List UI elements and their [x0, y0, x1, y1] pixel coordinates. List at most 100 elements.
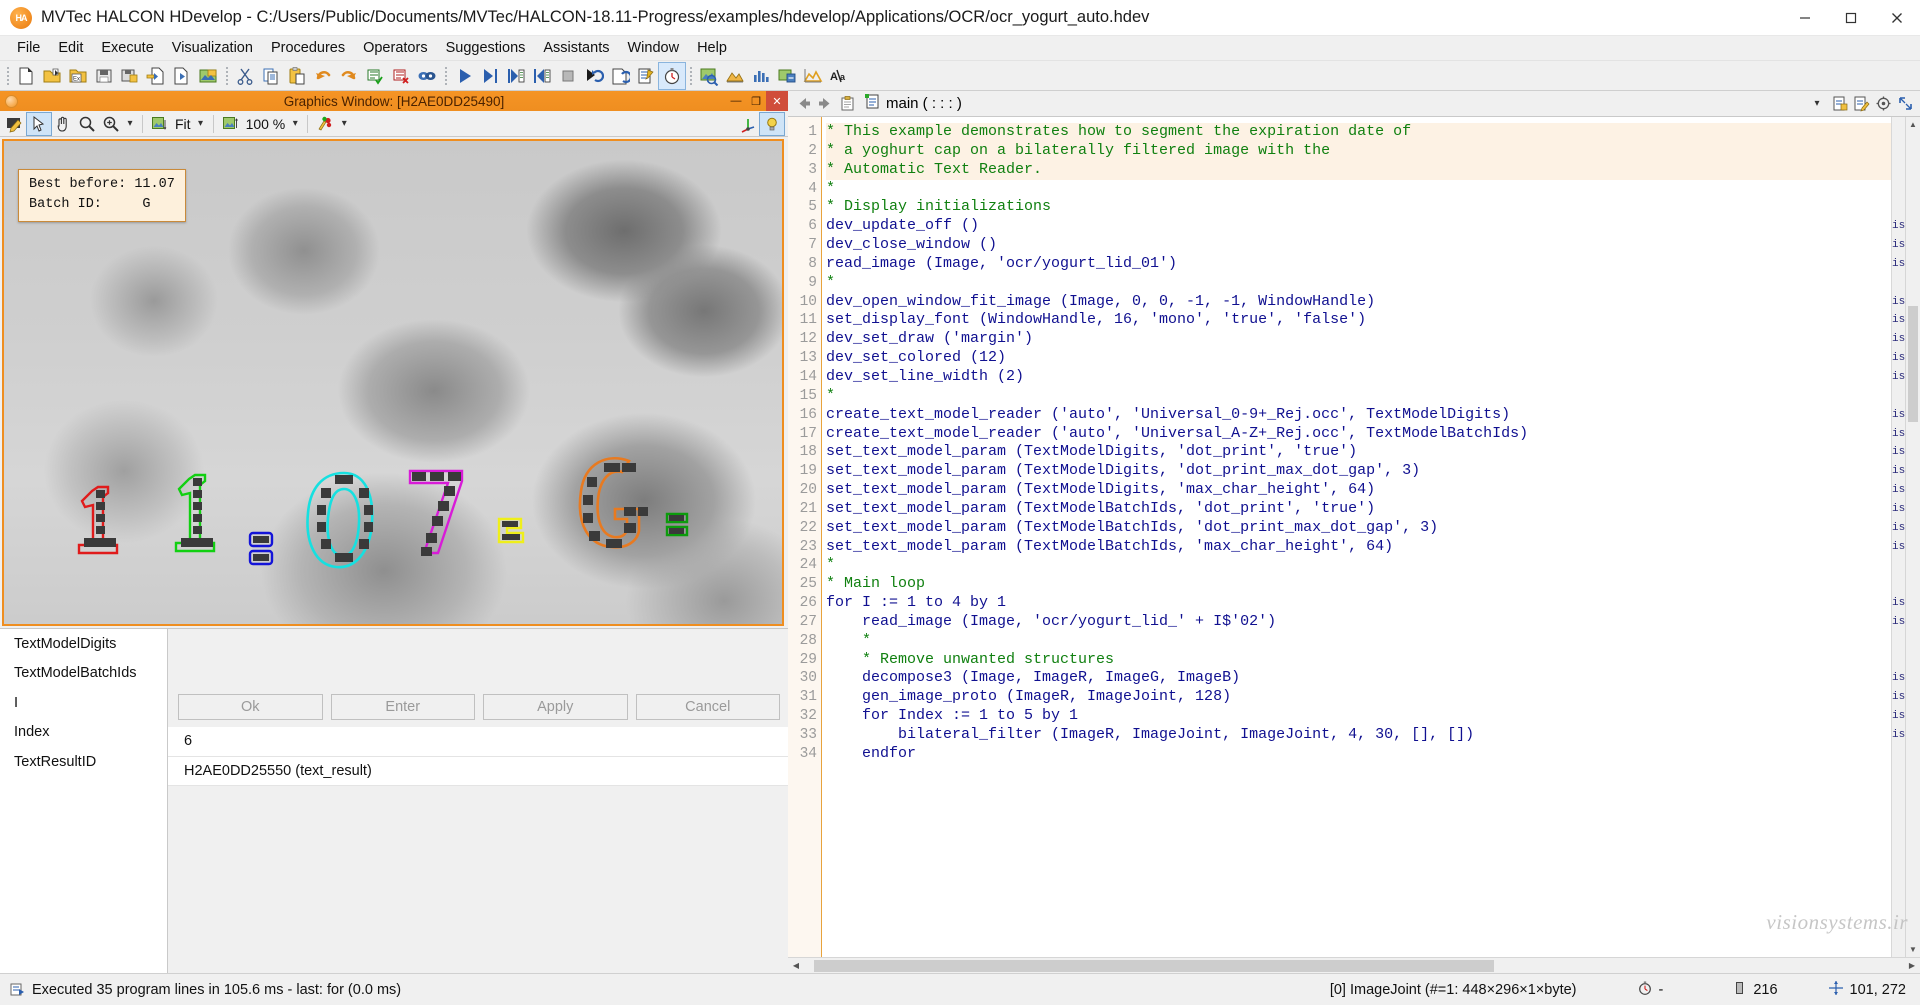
- open-example-icon[interactable]: Ex: [65, 63, 91, 89]
- feature-inspect-icon[interactable]: [722, 63, 748, 89]
- expand-icon[interactable]: [1894, 93, 1916, 115]
- vscroll-track[interactable]: [1906, 132, 1920, 942]
- variable-value-row[interactable]: H2AE0DD25550 (text_result): [168, 757, 788, 787]
- apply-button[interactable]: Apply: [483, 694, 628, 720]
- new-program-icon[interactable]: [13, 63, 39, 89]
- import-icon[interactable]: [143, 63, 169, 89]
- reset-program-icon[interactable]: [581, 63, 607, 89]
- image-acquisition-icon[interactable]: [195, 63, 221, 89]
- magnifier-icon[interactable]: [75, 113, 99, 135]
- scroll-down-arrow-icon[interactable]: ▼: [1906, 942, 1920, 957]
- toolbar-grip[interactable]: [4, 65, 11, 87]
- comment-out-icon[interactable]: [388, 63, 414, 89]
- editor-horizontal-scrollbar[interactable]: ◀ ▶: [788, 957, 1920, 973]
- toolbar-grip-4[interactable]: [687, 65, 694, 87]
- menu-window[interactable]: Window: [618, 37, 688, 60]
- code-line[interactable]: * Remove unwanted structures: [826, 651, 1891, 670]
- stop-icon[interactable]: [555, 63, 581, 89]
- variable-name-row[interactable]: TextModelBatchIds: [0, 659, 167, 689]
- code-line[interactable]: *: [826, 556, 1891, 575]
- draw-mode-icon[interactable]: [3, 113, 27, 135]
- hand-pan-icon[interactable]: [51, 113, 75, 135]
- scroll-left-arrow-icon[interactable]: ◀: [788, 958, 804, 974]
- gw-close-button[interactable]: ✕: [766, 91, 788, 111]
- code-line[interactable]: dev_set_colored (12): [826, 349, 1891, 368]
- menu-suggestions[interactable]: Suggestions: [437, 37, 535, 60]
- code-line[interactable]: * Automatic Text Reader.: [826, 161, 1891, 180]
- menu-edit[interactable]: Edit: [49, 37, 92, 60]
- menu-assistants[interactable]: Assistants: [534, 37, 618, 60]
- menu-file[interactable]: File: [8, 37, 49, 60]
- comment-in-icon[interactable]: [362, 63, 388, 89]
- scroll-up-arrow-icon[interactable]: ▲: [1906, 117, 1920, 132]
- code-line[interactable]: create_text_model_reader ('auto', 'Unive…: [826, 406, 1891, 425]
- redo-icon[interactable]: [336, 63, 362, 89]
- minimize-button[interactable]: [1782, 0, 1828, 36]
- code-line[interactable]: dev_set_line_width (2): [826, 368, 1891, 387]
- fit-image-icon[interactable]: [148, 113, 172, 135]
- graphics-canvas[interactable]: Best before: 11.07 Batch ID: G: [2, 139, 784, 626]
- toolbar-grip-2[interactable]: [223, 65, 230, 87]
- find-icon[interactable]: [414, 63, 440, 89]
- tab-main[interactable]: main ( : : : ): [858, 92, 968, 116]
- code-line[interactable]: decompose3 (Image, ImageR, ImageG, Image…: [826, 669, 1891, 688]
- code-line[interactable]: set_display_font (WindowHandle, 16, 'mon…: [826, 311, 1891, 330]
- arrow-right-icon[interactable]: [814, 93, 836, 115]
- cut-icon[interactable]: [232, 63, 258, 89]
- open-program-icon[interactable]: [39, 63, 65, 89]
- variable-name-row[interactable]: TextResultID: [0, 747, 167, 777]
- fit-caret-icon[interactable]: ▾: [194, 113, 208, 135]
- code-line[interactable]: set_text_model_param (TextModelBatchIds,…: [826, 500, 1891, 519]
- variable-name-row[interactable]: TextModelDigits: [0, 629, 167, 659]
- menu-visualization[interactable]: Visualization: [163, 37, 262, 60]
- code-line[interactable]: dev_close_window (): [826, 236, 1891, 255]
- gw-maximize-button[interactable]: ❐: [746, 91, 766, 111]
- close-button[interactable]: [1874, 0, 1920, 36]
- step-into-icon[interactable]: [503, 63, 529, 89]
- dropdown-caret-icon[interactable]: ▾: [1806, 93, 1828, 115]
- code-line[interactable]: dev_open_window_fit_image (Image, 0, 0, …: [826, 293, 1891, 312]
- text-compare-icon[interactable]: Aa: [826, 63, 852, 89]
- code-line[interactable]: endfor: [826, 745, 1891, 764]
- step-out-icon[interactable]: [529, 63, 555, 89]
- copy-icon[interactable]: [258, 63, 284, 89]
- code-line[interactable]: * This example demonstrates how to segme…: [826, 123, 1891, 142]
- lightbulb-icon[interactable]: [760, 113, 784, 135]
- code-line[interactable]: set_text_model_param (TextModelDigits, '…: [826, 481, 1891, 500]
- cancel-button[interactable]: Cancel: [636, 694, 781, 720]
- vscroll-thumb[interactable]: [1908, 306, 1918, 422]
- clipboard-icon[interactable]: [836, 93, 858, 115]
- export-icon[interactable]: [169, 63, 195, 89]
- run-icon[interactable]: [451, 63, 477, 89]
- code-line[interactable]: *: [826, 632, 1891, 651]
- color-caret-icon[interactable]: ▾: [337, 113, 351, 135]
- code-line[interactable]: for I := 1 to 4 by 1: [826, 594, 1891, 613]
- step-over-icon[interactable]: [477, 63, 503, 89]
- code-text-area[interactable]: * This example demonstrates how to segme…: [822, 117, 1891, 957]
- graphics-window-title-bar[interactable]: Graphics Window: [H2AE0DD25490] — ❐ ✕: [0, 91, 788, 111]
- code-line[interactable]: *: [826, 387, 1891, 406]
- code-line[interactable]: * Main loop: [826, 575, 1891, 594]
- activate-icon[interactable]: [633, 63, 659, 89]
- zoom-level-icon[interactable]: [219, 113, 243, 135]
- profile-icon[interactable]: [800, 63, 826, 89]
- measure-icon[interactable]: [774, 63, 800, 89]
- edit-procedure-icon[interactable]: [1850, 93, 1872, 115]
- variable-name-row[interactable]: Index: [0, 718, 167, 748]
- maximize-button[interactable]: [1828, 0, 1874, 36]
- coordinate-axes-icon[interactable]: [736, 113, 760, 135]
- zoom-level-caret-icon[interactable]: ▾: [288, 113, 302, 135]
- code-line[interactable]: * a yoghurt cap on a bilaterally filtere…: [826, 142, 1891, 161]
- menu-execute[interactable]: Execute: [92, 37, 162, 60]
- code-line[interactable]: read_image (Image, 'ocr/yogurt_lid_01'): [826, 255, 1891, 274]
- code-line[interactable]: *: [826, 274, 1891, 293]
- code-line[interactable]: gen_image_proto (ImageR, ImageJoint, 128…: [826, 688, 1891, 707]
- zoom-mode-caret-icon[interactable]: ▾: [123, 113, 137, 135]
- code-line[interactable]: for Index := 1 to 5 by 1: [826, 707, 1891, 726]
- menu-operators[interactable]: Operators: [354, 37, 436, 60]
- scroll-right-arrow-icon[interactable]: ▶: [1904, 958, 1920, 974]
- arrow-left-icon[interactable]: [792, 93, 814, 115]
- code-line[interactable]: dev_update_off (): [826, 217, 1891, 236]
- code-line[interactable]: bilateral_filter (ImageR, ImageJoint, Im…: [826, 726, 1891, 745]
- hscroll-thumb[interactable]: [814, 960, 1494, 972]
